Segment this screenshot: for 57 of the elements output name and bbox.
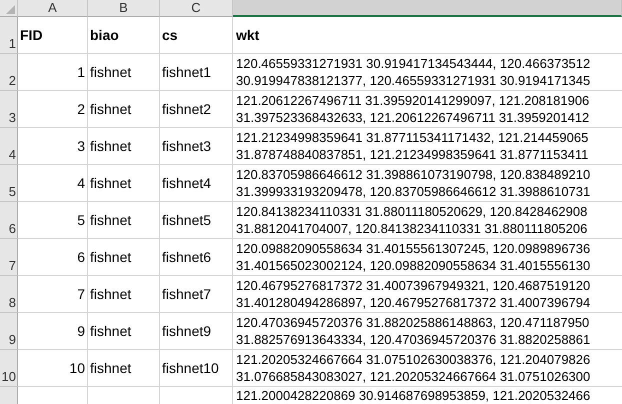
table-cell: fishnet7 xyxy=(160,276,233,313)
table-cell: fishnet xyxy=(88,91,160,128)
row-header[interactable]: 8 xyxy=(0,276,18,313)
table-cell: fishnet xyxy=(88,128,160,165)
select-all-corner[interactable] xyxy=(0,0,18,17)
table-cell: wkt xyxy=(233,17,622,54)
table-cell: FID xyxy=(18,17,88,54)
table-cell: fishnet xyxy=(88,313,160,350)
column-header[interactable]: B xyxy=(88,0,160,17)
table-cell: 121.21234998359641 31.877115341171432, 121.214459065 31.878748840837851, 121.21234998359641 31.8771153411 xyxy=(233,128,622,165)
table-cell: 4 xyxy=(18,165,88,202)
table-cell: fishnet5 xyxy=(160,202,233,239)
table-cell: 1 xyxy=(18,54,88,91)
corner-triangle-icon xyxy=(6,5,15,14)
table-cell: fishnet xyxy=(88,202,160,239)
table-cell: 121.20205324667664 31.075102630038376, 121.204079826 31.076685843083027, 121.20205324667664 31.0751026300 xyxy=(233,350,622,387)
table-cell: 120.84138234110331 31.88011180520629, 120.8428462908 31.8812041704007, 120.84138234110331 31.880111805206 xyxy=(233,202,622,239)
table-cell: fishnet9 xyxy=(160,313,233,350)
table-cell: 120.46559331271931 30.919417134543444, 120.466373512 30.919947838121377, 120.46559331271931 30.9194171345 xyxy=(233,54,622,91)
table-cell: 121.20612267496711 31.395920141299097, 121.208181906 31.397523368432633, 121.20612267496711 31.3959201412 xyxy=(233,91,622,128)
table-cell: fishnet xyxy=(88,276,160,313)
row-header[interactable]: 10 xyxy=(0,350,18,387)
table-cell: 5 xyxy=(18,202,88,239)
table-cell: 2 xyxy=(18,91,88,128)
table-cell: fishnet xyxy=(88,350,160,387)
table-cell: 120.83705986646612 31.398861073190798, 120.838489210 31.399933193209478, 120.83705986646612 31.3988610731 xyxy=(233,165,622,202)
table-cell: 9 xyxy=(18,313,88,350)
row-header[interactable]: 9 xyxy=(0,313,18,350)
table-cell: 6 xyxy=(18,239,88,276)
table-cell: 10 xyxy=(18,350,88,387)
table-cell: 120.09882090558634 31.40155561307245, 120.0989896736 31.401565023002124, 120.09882090558634 31.4015556130 xyxy=(233,239,622,276)
table-cell: 120.47036945720376 31.882025886148863, 120.471187950 31.882576913643334, 120.47036945720376 31.8820258861 xyxy=(233,313,622,350)
table-cell: fishnet xyxy=(88,239,160,276)
row-header[interactable]: 2 xyxy=(0,54,18,91)
column-header[interactable]: C xyxy=(160,0,233,17)
table-cell: 121.2000428220869 30.914687698953859, 121.2020532466 xyxy=(233,387,622,404)
column-header[interactable]: A xyxy=(18,0,88,17)
table-cell: fishnet4 xyxy=(160,165,233,202)
table-cell: cs xyxy=(160,17,233,54)
table-cell: 7 xyxy=(18,276,88,313)
table-cell: fishnet6 xyxy=(160,239,233,276)
row-header[interactable]: 3 xyxy=(0,91,18,128)
table-cell: fishnet xyxy=(88,165,160,202)
row-header[interactable]: 7 xyxy=(0,239,18,276)
table-cell: fishnet2 xyxy=(160,91,233,128)
table-cell: fishnet10 xyxy=(160,350,233,387)
table-cell: fishnet3 xyxy=(160,128,233,165)
table-cell: 120.46795276817372 31.40073967949321, 120.4687519120 31.401280494286897, 120.46795276817372 31.4007396794 xyxy=(233,276,622,313)
row-header[interactable]: 6 xyxy=(0,202,18,239)
table-cell: fishnet1 xyxy=(160,54,233,91)
column-header[interactable] xyxy=(233,0,622,17)
row-header[interactable]: 4 xyxy=(0,128,18,165)
table-cell: biao xyxy=(88,17,160,54)
row-header[interactable]: 5 xyxy=(0,165,18,202)
table-cell: fishnet xyxy=(88,54,160,91)
row-header[interactable]: 1 xyxy=(0,17,18,54)
table-cell: 3 xyxy=(18,128,88,165)
